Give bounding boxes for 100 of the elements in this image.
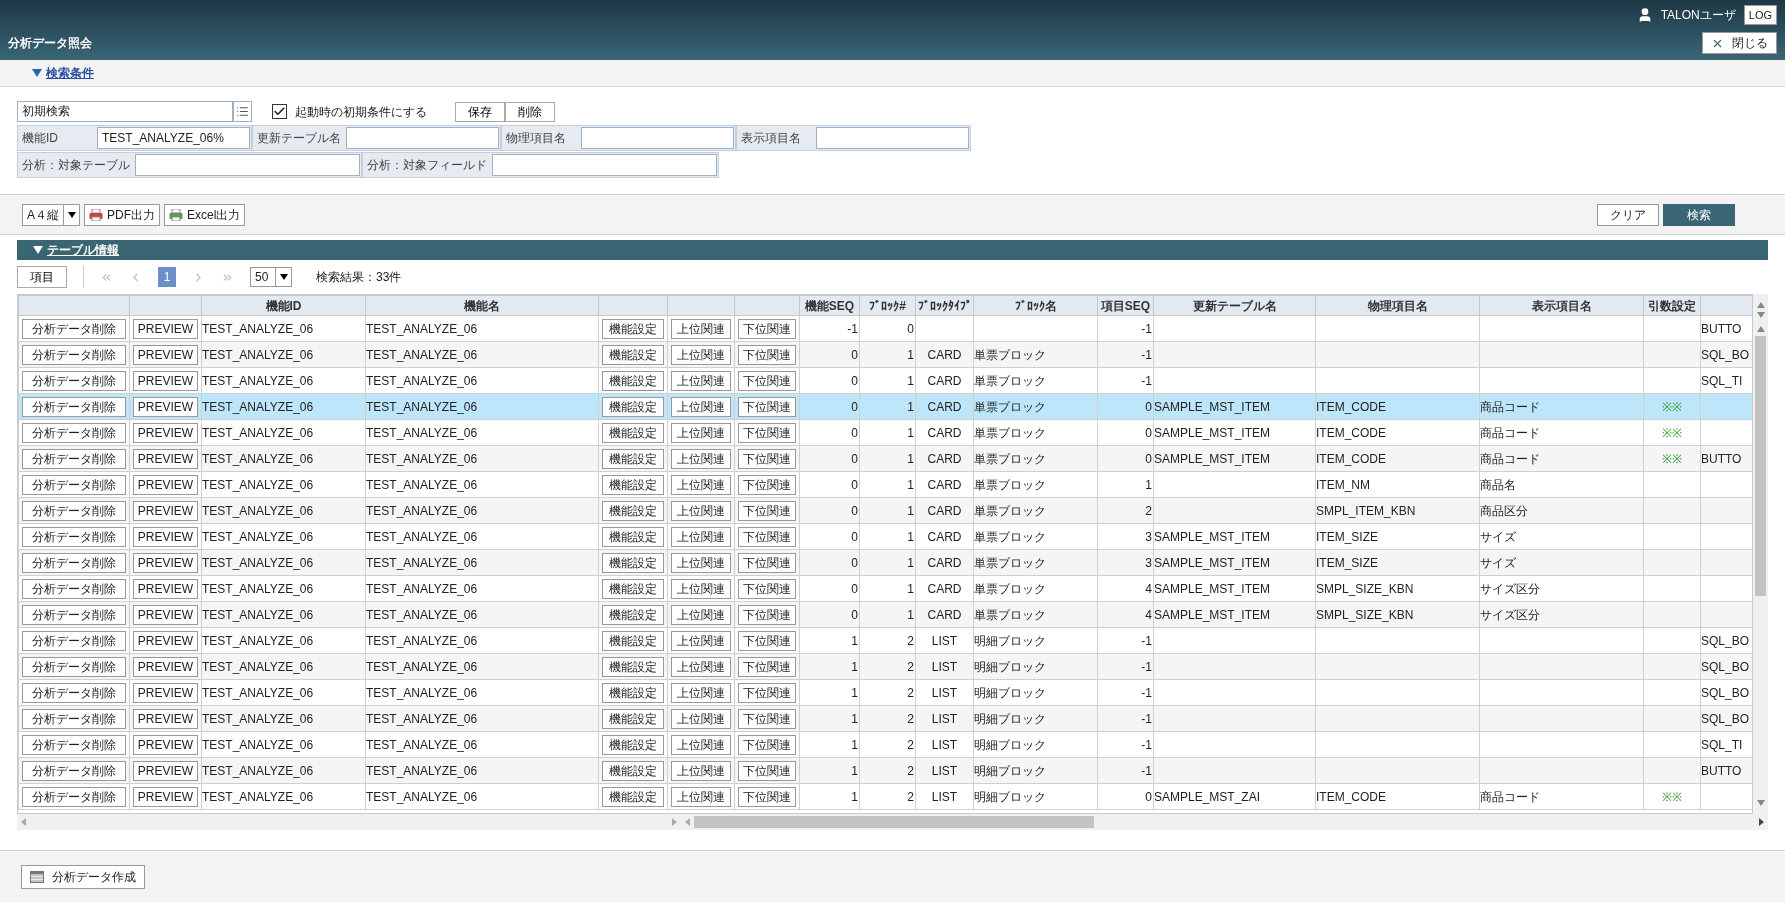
row-button[interactable]: 下位関連 — [738, 396, 796, 417]
row-button[interactable]: PREVIEW — [133, 526, 198, 547]
row-button[interactable]: PREVIEW — [133, 448, 198, 469]
row-button[interactable]: 分析データ削除 — [22, 422, 126, 443]
table-row[interactable]: 分析データ削除 PREVIEW TEST_ANALYZE_06 TEST_ANALYZE_06 機能設定 上位関連 下位関連 1 2 LIST 明細ブロック -1 SQL_BO — [18, 653, 1752, 680]
row-button[interactable]: 上位関連 — [671, 396, 731, 417]
row-button[interactable]: PREVIEW — [133, 708, 198, 729]
table-row[interactable]: 分析データ削除 PREVIEW TEST_ANALYZE_06 TEST_ANALYZE_06 機能設定 上位関連 下位関連 0 1 CARD 単票ブロック 4 SAMPLE_MST_ITEM SMPL_SIZE_KBN サイズ区分 — [18, 601, 1752, 628]
row-button[interactable]: 上位関連 — [671, 578, 731, 599]
row-button[interactable]: 分析データ削除 — [22, 734, 126, 755]
row-button[interactable]: PREVIEW — [133, 318, 198, 339]
row-button[interactable]: 下位関連 — [738, 448, 796, 469]
row-button[interactable]: 下位関連 — [738, 604, 796, 625]
row-button[interactable]: 上位関連 — [671, 630, 731, 651]
row-button[interactable]: 分析データ削除 — [22, 396, 126, 417]
row-button[interactable]: 下位関連 — [738, 422, 796, 443]
row-button[interactable]: 機能設定 — [602, 682, 664, 703]
row-button[interactable]: PREVIEW — [133, 604, 198, 625]
row-button[interactable]: 下位関連 — [738, 630, 796, 651]
row-button[interactable]: 下位関連 — [738, 786, 796, 807]
row-button[interactable]: PREVIEW — [133, 344, 198, 365]
row-button[interactable]: 分析データ削除 — [22, 552, 126, 573]
search-button[interactable]: 検索 — [1663, 203, 1735, 226]
row-button[interactable]: 上位関連 — [671, 526, 731, 547]
row-button[interactable]: 上位関連 — [671, 708, 731, 729]
row-button[interactable]: PREVIEW — [133, 474, 198, 495]
row-button[interactable]: 分析データ削除 — [22, 448, 126, 469]
page-size-select[interactable]: 50 — [250, 267, 292, 287]
collapse-icon[interactable] — [32, 69, 42, 77]
scroll-down-icon[interactable] — [1756, 800, 1765, 806]
table-row[interactable]: 分析データ削除 PREVIEW TEST_ANALYZE_06 TEST_ANALYZE_06 機能設定 上位関連 下位関連 1 2 LIST 明細ブロック -1 SQL_BO — [18, 627, 1752, 654]
row-button[interactable]: PREVIEW — [133, 682, 198, 703]
scroll-right-icon[interactable] — [1759, 818, 1764, 826]
row-button[interactable]: 分析データ削除 — [22, 682, 126, 703]
form-button[interactable]: 削除 — [505, 101, 555, 122]
table-row[interactable]: 分析データ削除 PREVIEW TEST_ANALYZE_06 TEST_ANALYZE_06 機能設定 上位関連 下位関連 -1 0 -1 BUTTO — [18, 315, 1752, 342]
row-button[interactable]: 上位関連 — [671, 656, 731, 677]
row-button[interactable]: 分析データ削除 — [22, 760, 126, 781]
row-button[interactable]: 下位関連 — [738, 500, 796, 521]
table-row[interactable]: 分析データ削除 PREVIEW TEST_ANALYZE_06 TEST_ANALYZE_06 機能設定 上位関連 下位関連 0 1 CARD 単票ブロック 3 SAMPLE_MST_ITEM ITEM_SIZE サイズ — [18, 549, 1752, 576]
row-button[interactable]: 分析データ削除 — [22, 786, 126, 807]
row-button[interactable]: PREVIEW — [133, 500, 198, 521]
row-button[interactable]: 機能設定 — [602, 422, 664, 443]
row-button[interactable]: 分析データ削除 — [22, 318, 126, 339]
table-row[interactable]: 分析データ削除 PREVIEW TEST_ANALYZE_06 TEST_ANALYZE_06 機能設定 上位関連 下位関連 0 1 CARD 単票ブロック 0 SAMPLE_MST_ITEM ITEM_CODE 商品コード ※※ — [18, 419, 1752, 446]
row-button[interactable]: 上位関連 — [671, 500, 731, 521]
row-button[interactable]: 機能設定 — [602, 370, 664, 391]
preset-name-field[interactable]: 初期検索 — [17, 101, 233, 122]
horizontal-scrollbar[interactable] — [681, 814, 1768, 830]
input-field[interactable] — [135, 154, 360, 176]
create-data-button[interactable]: 分析データ作成 — [21, 864, 145, 889]
row-button[interactable]: PREVIEW — [133, 422, 198, 443]
form-button[interactable]: 保存 — [455, 101, 505, 122]
scroll-left-icon[interactable] — [21, 818, 26, 826]
row-button[interactable]: 機能設定 — [602, 630, 664, 651]
row-button[interactable]: 機能設定 — [602, 734, 664, 755]
row-button[interactable]: 分析データ削除 — [22, 500, 126, 521]
row-button[interactable]: PREVIEW — [133, 656, 198, 677]
row-button[interactable]: 機能設定 — [602, 552, 664, 573]
row-button[interactable]: 機能設定 — [602, 500, 664, 521]
row-button[interactable]: 機能設定 — [602, 344, 664, 365]
row-button[interactable]: 分析データ削除 — [22, 630, 126, 651]
row-button[interactable]: 分析データ削除 — [22, 604, 126, 625]
input-field[interactable] — [346, 127, 499, 149]
table-row[interactable]: 分析データ削除 PREVIEW TEST_ANALYZE_06 TEST_ANALYZE_06 機能設定 上位関連 下位関連 1 2 LIST 明細ブロック 0 SAMPLE_MST_ZAI ITEM_CODE 商品コード ※※ — [18, 783, 1752, 810]
excel-export-button[interactable]: Excel出力 — [164, 203, 246, 226]
row-button[interactable]: PREVIEW — [133, 552, 198, 573]
scroll-up-icon[interactable] — [1756, 326, 1765, 332]
row-button[interactable]: 分析データ削除 — [22, 526, 126, 547]
close-button[interactable]: 閉じる — [1702, 32, 1777, 54]
row-button[interactable]: 上位関連 — [671, 370, 731, 391]
row-button[interactable]: 機能設定 — [602, 578, 664, 599]
caret-icon[interactable] — [279, 274, 288, 280]
row-button[interactable]: 下位関連 — [738, 734, 796, 755]
row-button[interactable]: 上位関連 — [671, 474, 731, 495]
row-button[interactable]: 上位関連 — [671, 734, 731, 755]
scroll-left-icon[interactable] — [685, 818, 690, 826]
table-row[interactable]: 分析データ削除 PREVIEW TEST_ANALYZE_06 TEST_ANALYZE_06 機能設定 上位関連 下位関連 1 2 LIST 明細ブロック -1 SQL_TI — [18, 731, 1752, 758]
row-button[interactable]: 機能設定 — [602, 474, 664, 495]
table-row[interactable]: 分析データ削除 PREVIEW TEST_ANALYZE_06 TEST_ANALYZE_06 機能設定 上位関連 下位関連 0 1 CARD 単票ブロック 1 ITEM_NM 商品名 — [18, 471, 1752, 498]
row-button[interactable]: 下位関連 — [738, 318, 796, 339]
table-row[interactable]: 分析データ削除 PREVIEW TEST_ANALYZE_06 TEST_ANALYZE_06 機能設定 上位関連 下位関連 0 1 CARD 単票ブロック 2 SMPL_ITEM_KBN 商品区分 — [18, 497, 1752, 524]
clear-button[interactable]: クリア — [1597, 203, 1659, 226]
row-button[interactable]: 分析データ削除 — [22, 578, 126, 599]
horizontal-scrollbar[interactable] — [17, 814, 681, 830]
row-button[interactable]: 上位関連 — [671, 552, 731, 573]
row-button[interactable]: 下位関連 — [738, 344, 796, 365]
default-condition-checkbox[interactable] — [272, 104, 287, 119]
row-button[interactable]: PREVIEW — [133, 396, 198, 417]
row-button[interactable]: 機能設定 — [602, 318, 664, 339]
row-button[interactable]: PREVIEW — [133, 630, 198, 651]
vertical-scrollbar[interactable] — [1753, 294, 1768, 814]
row-button[interactable]: 分析データ削除 — [22, 656, 126, 677]
scroll-down-icon[interactable] — [1756, 312, 1765, 318]
pdf-export-button[interactable]: PDF出力 — [84, 203, 160, 226]
table-row[interactable]: 分析データ削除 PREVIEW TEST_ANALYZE_06 TEST_ANALYZE_06 機能設定 上位関連 下位関連 0 1 CARD 単票ブロック -1 SQL_BO — [18, 341, 1752, 368]
row-button[interactable]: PREVIEW — [133, 786, 198, 807]
table-row[interactable]: 分析データ削除 PREVIEW TEST_ANALYZE_06 TEST_ANALYZE_06 機能設定 上位関連 下位関連 1 2 LIST 明細ブロック -1 BUTTO — [18, 757, 1752, 784]
row-button[interactable]: 上位関連 — [671, 604, 731, 625]
table-row[interactable]: 分析データ削除 PREVIEW TEST_ANALYZE_06 TEST_ANALYZE_06 機能設定 上位関連 下位関連 1 2 LIST 明細ブロック -1 SQL_BO — [18, 679, 1752, 706]
